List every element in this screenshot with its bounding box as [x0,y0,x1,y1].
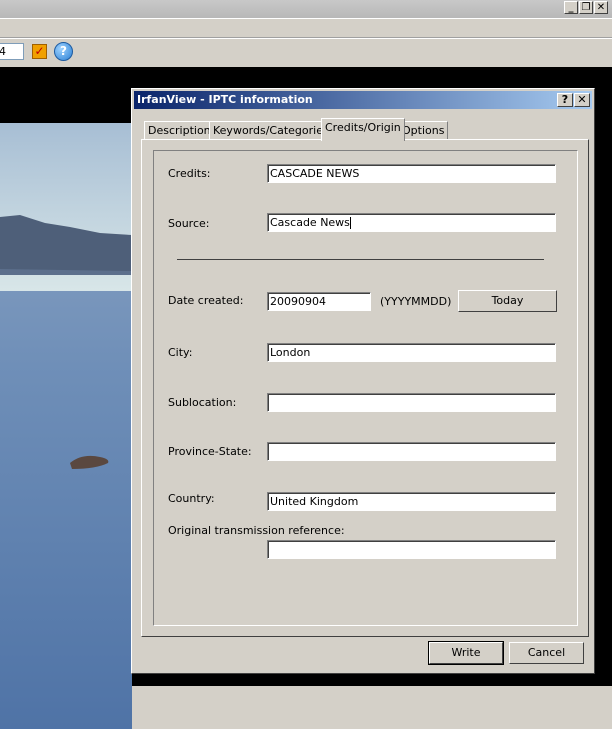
province-state-input[interactable] [267,442,556,461]
lake-photo [0,123,132,729]
sublocation-input[interactable] [267,393,556,412]
date-created-input[interactable]: 20090904 [267,292,371,311]
write-button[interactable]: Write [428,641,504,665]
original-transmission-reference-label: Original transmission reference: [168,524,345,537]
date-created-label: Date created: [168,294,244,307]
source-value: Cascade News [270,216,350,229]
city-input[interactable]: London [267,343,556,362]
tab-options[interactable]: Options [398,121,449,139]
text-cursor [350,216,351,229]
today-button[interactable]: Today [458,290,557,312]
main-window-titlebar: _ ❐ ✕ [0,0,612,18]
help-icon[interactable]: ? [54,42,73,61]
country-input[interactable]: United Kingdom [267,492,556,511]
date-format-hint: (YYYYMMDD) [380,295,452,308]
checkmark-icon[interactable]: ✓ [32,44,47,59]
original-transmission-reference-input[interactable] [267,540,556,559]
dialog-title: IrfanView - IPTC information [137,93,313,106]
close-icon[interactable]: ✕ [574,93,590,107]
sublocation-label: Sublocation: [168,396,237,409]
zoom-input[interactable]: 4 [0,43,24,60]
section-divider [177,259,544,260]
close-button[interactable]: ✕ [594,1,608,14]
toolbar: 4 ✓ ? [0,38,612,67]
cancel-button[interactable]: Cancel [509,642,584,664]
tab-credits-origin[interactable]: Credits/Origin [321,118,405,141]
province-state-label: Province-State: [168,445,252,458]
tab-description[interactable]: Description [144,121,215,139]
menu-bar [0,19,612,38]
source-label: Source: [168,217,210,230]
iptc-dialog: IrfanView - IPTC information ? ✕ Descrip… [131,88,595,674]
help-icon[interactable]: ? [557,93,573,107]
window-controls: _ ❐ ✕ [564,1,608,14]
city-label: City: [168,346,193,359]
source-input[interactable]: Cascade News [267,213,556,232]
credits-input[interactable]: CASCADE NEWS [267,164,556,183]
minimize-button[interactable]: _ [564,1,578,14]
tab-keywords-categories[interactable]: Keywords/Categories [209,121,333,139]
dialog-titlebar: IrfanView - IPTC information ? ✕ [134,91,592,109]
restore-button[interactable]: ❐ [579,1,593,14]
country-label: Country: [168,492,215,505]
credits-origin-panel: Credits: CASCADE NEWS Source: Cascade Ne… [141,139,589,637]
credits-origin-group: Credits: CASCADE NEWS Source: Cascade Ne… [153,150,578,626]
credits-label: Credits: [168,167,211,180]
